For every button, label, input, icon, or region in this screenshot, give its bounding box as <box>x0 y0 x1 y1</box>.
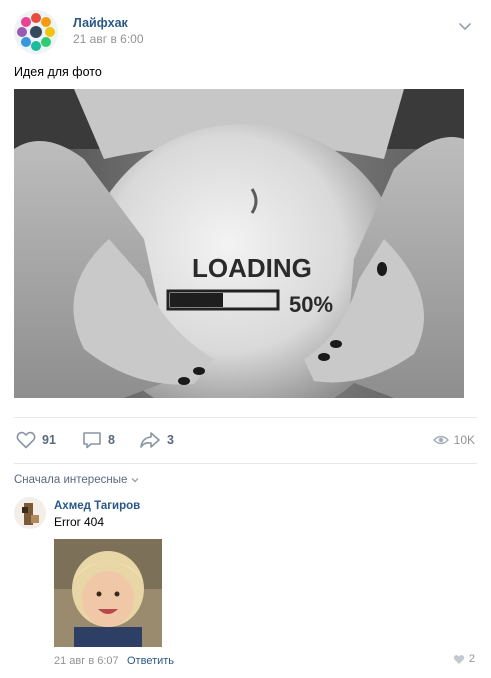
divider <box>14 463 477 464</box>
eye-icon <box>432 435 449 445</box>
avatar-image <box>14 497 46 529</box>
post-text: Идея для фото <box>14 65 102 79</box>
belly-loading-text: LOADING <box>192 253 312 283</box>
comment-author-avatar[interactable] <box>14 497 46 529</box>
reply-button[interactable]: Ответить <box>127 655 174 667</box>
group-name[interactable]: Лайфхак <box>73 16 128 30</box>
chevron-down-icon <box>459 23 471 30</box>
views-counter: 10K <box>432 430 475 450</box>
belly-progress-text: 50% <box>289 292 333 317</box>
comments-sort-label: Сначала интересные <box>14 474 128 486</box>
group-avatar[interactable] <box>14 10 58 54</box>
chevron-down-icon <box>131 478 139 483</box>
share-icon <box>140 432 160 448</box>
views-count: 10K <box>453 433 475 447</box>
like-button[interactable]: 91 <box>16 430 56 450</box>
share-count: 3 <box>167 433 174 447</box>
group-logo-icon <box>14 10 58 54</box>
comment-author-name[interactable]: Ахмед Тагиров <box>54 500 140 512</box>
belly-progress-fill <box>170 293 223 307</box>
belly-photo-image: LOADING 50% <box>14 89 464 398</box>
comment-count: 8 <box>108 433 115 447</box>
comments-sort-dropdown[interactable]: Сначала интересные <box>14 474 140 486</box>
comment-like-count: 2 <box>468 653 475 665</box>
divider <box>14 417 477 418</box>
comment-icon <box>83 432 101 449</box>
post-date[interactable]: 21 авг в 6:00 <box>73 32 144 46</box>
comment-button[interactable]: 8 <box>82 430 115 450</box>
post-menu-button[interactable] <box>457 18 473 34</box>
comment-like-button[interactable]: 2 <box>453 653 475 665</box>
comment-text: Error 404 <box>54 515 105 529</box>
like-count: 91 <box>42 433 56 447</box>
heart-icon <box>453 654 465 664</box>
child-photo-image <box>54 539 162 647</box>
post-photo[interactable]: LOADING 50% <box>14 89 464 398</box>
post-header: Лайфхак 21 авг в 6:00 <box>14 10 477 54</box>
comment-date[interactable]: 21 авг в 6:07 <box>54 655 119 667</box>
heart-icon <box>16 431 36 449</box>
share-button[interactable]: 3 <box>139 430 174 450</box>
comment-photo[interactable] <box>54 539 162 647</box>
